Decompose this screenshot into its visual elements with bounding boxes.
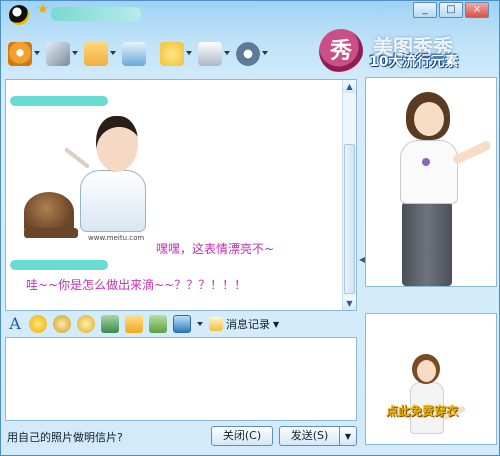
chevron-down-icon (72, 51, 78, 55)
scroll-up-icon[interactable]: ▲ (343, 80, 356, 93)
chat-bubble-icon (160, 42, 184, 66)
drum-graphic (24, 192, 74, 232)
history-icon (209, 317, 223, 331)
game-button[interactable] (195, 39, 231, 69)
message-history-button[interactable]: 消息记录 ▼ (209, 316, 279, 332)
free-try-on-link[interactable]: 点此免费穿衣 (386, 402, 458, 419)
send-options-button[interactable]: ▼ (339, 426, 357, 446)
chevron-down-icon[interactable] (197, 322, 203, 326)
message-input[interactable] (5, 337, 357, 421)
card-game-icon (198, 42, 222, 66)
qq-show-icon (8, 42, 32, 66)
avatar-jeans (402, 202, 452, 286)
format-toolbar: A 消息记录 ▼ (5, 313, 357, 335)
settings-button[interactable] (233, 39, 269, 69)
contact-avatar-panel[interactable] (365, 77, 497, 287)
close-button[interactable]: 关闭(C) (211, 426, 273, 446)
avatar-face (414, 102, 444, 136)
history-scrollbar[interactable]: ▲ ▼ (342, 80, 356, 310)
main-toolbar (5, 37, 365, 71)
music-icon[interactable] (125, 315, 143, 333)
image-icon[interactable] (101, 315, 119, 333)
sender-name-redacted (10, 96, 108, 106)
chevron-down-icon: ▼ (344, 432, 352, 441)
drum-base-graphic (24, 228, 78, 238)
postcard-tip-link[interactable]: 用自己的照片做明信片? (7, 429, 123, 445)
screenshot-icon[interactable] (173, 315, 191, 333)
mail-button[interactable] (119, 39, 155, 69)
microphone-icon (46, 42, 70, 66)
title-bar: ★ _ □ × (1, 1, 499, 29)
emoticon-credit: www.meitu.com (88, 234, 145, 242)
meitu-logo: 秀 (319, 29, 363, 73)
avatar-arm (451, 139, 493, 166)
send-file-button[interactable] (81, 39, 117, 69)
robe-graphic (80, 170, 146, 232)
face-photo (96, 116, 138, 172)
minimize-button[interactable]: _ (413, 2, 437, 18)
chevron-down-icon (186, 51, 192, 55)
close-window-button[interactable]: × (465, 2, 489, 18)
chat-window: ★ _ □ × 秀 美图秀秀 10大流行元素 www.meitu.com 嘿嘿，… (0, 0, 500, 456)
font-icon[interactable]: A (7, 315, 23, 333)
emoji-icon[interactable] (77, 315, 95, 333)
avatar-shirt-logo (422, 158, 430, 166)
smiley-icon[interactable] (29, 315, 47, 333)
contact-name-redacted (51, 7, 141, 21)
scrollbar-thumb[interactable] (344, 144, 355, 294)
brand-banner-text[interactable]: 10大流行元素 (369, 51, 458, 71)
message-history-label: 消息记录 (226, 318, 270, 331)
scroll-down-icon[interactable]: ▼ (343, 297, 356, 310)
chevron-down-icon (262, 51, 268, 55)
send-button[interactable]: 发送(S) (279, 426, 339, 446)
maximize-button[interactable]: □ (439, 2, 463, 18)
qq-show-button[interactable] (5, 39, 41, 69)
chat-history[interactable]: www.meitu.com 嘿嘿，这表情漂亮不~ 哇~~你是怎么做出来滴~~？？… (5, 79, 357, 311)
chat-button[interactable] (157, 39, 193, 69)
voice-button[interactable] (43, 39, 79, 69)
drumstick-graphic (63, 147, 91, 169)
magic-expression-icon[interactable] (53, 315, 71, 333)
mail-icon (122, 42, 146, 66)
chat-message: 哇~~你是怎么做出来滴~~？？？！！！ (26, 278, 247, 292)
emoticon-image: www.meitu.com (24, 110, 164, 260)
bottom-bar: 用自己的照片做明信片? 关闭(C) 发送(S) ▼ (5, 425, 357, 447)
my-avatar-panel[interactable]: 点此免费穿衣 (365, 313, 497, 445)
qq-penguin-icon (9, 5, 29, 25)
folder-icon (84, 42, 108, 66)
scrawl-icon[interactable] (149, 315, 167, 333)
star-icon: ★ (37, 2, 49, 17)
sender-name-redacted (10, 260, 108, 270)
chevron-down-icon: ▼ (273, 319, 280, 329)
chevron-down-icon (110, 51, 116, 55)
avatar-face (417, 360, 436, 382)
avatar-shirt (400, 140, 458, 204)
chevron-down-icon (34, 51, 40, 55)
chevron-down-icon (224, 51, 230, 55)
settings-gear-icon (236, 42, 260, 66)
chat-message: 嘿嘿，这表情漂亮不~ (156, 242, 275, 256)
